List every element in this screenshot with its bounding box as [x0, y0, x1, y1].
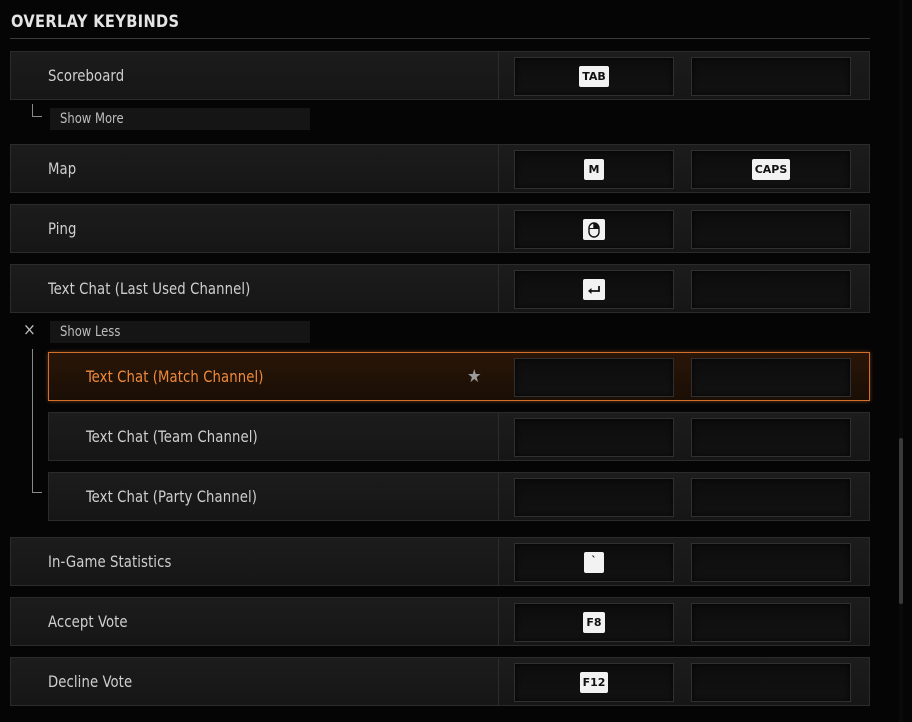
show-more-label: Show More	[60, 111, 124, 127]
secondary-bind-slot[interactable]	[691, 210, 851, 249]
show-less-label: Show Less	[60, 324, 121, 340]
row-label: Map	[48, 159, 77, 178]
row-label: Scoreboard	[48, 66, 125, 85]
secondary-bind-slot[interactable]	[691, 358, 851, 397]
row-label: Decline Vote	[48, 672, 133, 691]
row-divider	[498, 658, 499, 705]
key-cap: F8	[583, 612, 605, 633]
primary-bind-slot[interactable]: F12	[514, 663, 674, 702]
key-cap: TAB	[579, 66, 609, 87]
row-divider	[498, 145, 499, 192]
section-title: OVERLAY KEYBINDS	[11, 12, 180, 32]
close-icon[interactable]: ×	[23, 320, 36, 340]
keybind-row-map[interactable]: Map M CAPS	[10, 144, 870, 193]
tree-connector	[32, 349, 33, 492]
row-label: Text Chat (Last Used Channel)	[48, 279, 251, 298]
show-more-toggle[interactable]: Show More	[50, 108, 310, 130]
key-cap: F12	[579, 672, 609, 693]
row-label: Text Chat (Team Channel)	[86, 427, 258, 446]
scrollbar-track[interactable]	[899, 0, 903, 722]
keybind-row-decline-vote[interactable]: Decline Vote F12	[10, 657, 870, 706]
tree-connector	[32, 492, 42, 493]
primary-bind-slot[interactable]: `	[514, 543, 674, 582]
secondary-bind-slot[interactable]	[691, 418, 851, 457]
row-label: Text Chat (Match Channel)	[86, 367, 264, 386]
key-cap: M	[584, 159, 604, 180]
row-divider	[498, 473, 499, 520]
primary-bind-slot[interactable]: M	[514, 150, 674, 189]
secondary-bind-slot[interactable]	[691, 270, 851, 309]
row-label: In-Game Statistics	[48, 552, 172, 571]
primary-bind-slot[interactable]: TAB	[514, 57, 674, 96]
row-divider	[498, 538, 499, 585]
primary-bind-slot[interactable]	[514, 418, 674, 457]
primary-bind-slot[interactable]	[514, 478, 674, 517]
keybind-row-text-chat-match[interactable]: Text Chat (Match Channel) ★	[48, 352, 870, 401]
row-divider	[498, 205, 499, 252]
secondary-bind-slot[interactable]	[691, 603, 851, 642]
secondary-bind-slot[interactable]	[691, 478, 851, 517]
secondary-bind-slot[interactable]	[691, 663, 851, 702]
keybind-row-ping[interactable]: Ping	[10, 204, 870, 253]
row-divider	[498, 413, 499, 460]
scrollbar-thumb[interactable]	[899, 438, 903, 604]
primary-bind-slot[interactable]	[514, 270, 674, 309]
tree-connector	[32, 104, 33, 116]
tree-connector	[32, 116, 42, 117]
secondary-bind-slot[interactable]	[691, 543, 851, 582]
enter-key-icon	[583, 279, 605, 300]
row-divider	[498, 52, 499, 99]
secondary-bind-slot[interactable]: CAPS	[691, 150, 851, 189]
star-icon[interactable]: ★	[467, 366, 482, 387]
row-divider	[498, 598, 499, 645]
row-label: Ping	[48, 219, 77, 238]
key-cap: CAPS	[751, 159, 791, 180]
primary-bind-slot[interactable]	[514, 210, 674, 249]
keybind-row-scoreboard[interactable]: Scoreboard TAB	[10, 51, 870, 100]
show-less-toggle[interactable]: Show Less	[50, 321, 310, 343]
primary-bind-slot[interactable]	[514, 358, 674, 397]
key-cap: `	[584, 552, 604, 573]
secondary-bind-slot[interactable]	[691, 57, 851, 96]
row-label: Accept Vote	[48, 612, 128, 631]
keybind-row-in-game-statistics[interactable]: In-Game Statistics `	[10, 537, 870, 586]
primary-bind-slot[interactable]: F8	[514, 603, 674, 642]
keybind-row-text-chat-last[interactable]: Text Chat (Last Used Channel)	[10, 264, 870, 313]
keybind-row-text-chat-party[interactable]: Text Chat (Party Channel)	[48, 472, 870, 521]
row-label: Text Chat (Party Channel)	[86, 487, 257, 506]
keybind-row-accept-vote[interactable]: Accept Vote F8	[10, 597, 870, 646]
title-rule	[10, 38, 870, 39]
mouse-icon	[583, 219, 605, 240]
row-divider	[498, 265, 499, 312]
keybind-row-text-chat-team[interactable]: Text Chat (Team Channel)	[48, 412, 870, 461]
